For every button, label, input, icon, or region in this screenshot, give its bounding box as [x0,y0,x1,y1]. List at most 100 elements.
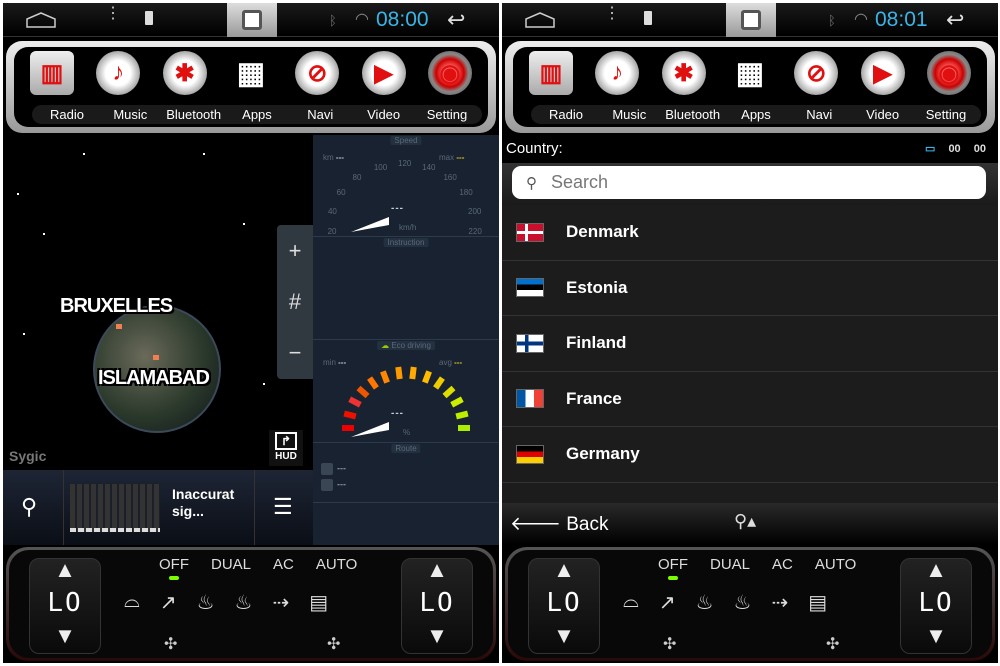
mode-dual-button[interactable]: DUAL [211,556,251,573]
app-radio-button[interactable]: ▥ [523,51,579,95]
search-toggle-icon[interactable]: ⚲▴ [734,511,756,532]
recent-apps-button[interactable] [726,3,776,37]
back-button[interactable]: 🡐 Back [510,512,608,536]
city-marker[interactable] [153,355,159,360]
temp-up-button[interactable]: ▲ [30,559,100,581]
seat-heat-right-icon[interactable]: ♨ [734,590,752,615]
mode-auto-button[interactable]: AUTO [815,556,856,573]
app-label: Video [367,107,401,122]
seat-heat-left-icon[interactable]: ♨ [197,590,215,615]
map-view[interactable]: BRUXELLES ISLAMABAD + # − Sygic ↱ HUD [3,135,313,470]
app-apps-button[interactable]: ▦ [722,51,778,95]
speed-unit: km/h [399,223,417,232]
mode-indicator-led [169,576,179,580]
temp-down-button[interactable]: ▼ [901,625,971,647]
usb-icon [644,11,652,25]
front-defrost-icon[interactable]: ⌓ [623,590,639,615]
mode-dual-button[interactable]: DUAL [710,556,750,573]
eco-gauge-segment [347,396,362,408]
fan-icon[interactable]: ✣ [663,634,676,654]
hud-label: HUD [275,451,297,462]
mode-ac-button[interactable]: AC [273,556,294,573]
compass-icon: ⊘ [794,51,839,95]
radio-icon: ▥ [30,51,74,95]
section-title: ☁ Eco driving [377,341,435,350]
app-video-button[interactable]: ▶ [855,51,911,95]
rear-defrost-icon[interactable]: ▤ [808,590,827,615]
recirculation-icon[interactable]: ⇢ [272,590,289,615]
fan-icon[interactable]: ✣ [826,634,839,654]
airflow-icon[interactable]: ↗ [659,590,676,615]
back-icon[interactable]: ↩ [946,7,964,33]
app-radio-button[interactable]: ▥ [24,51,80,95]
section-title: Speed [390,136,422,145]
wifi-icon: ◠ [854,11,868,28]
speed-tick-label: 80 [352,172,362,182]
eco-gauge-segment [421,369,432,384]
rear-defrost-icon[interactable]: ▤ [309,590,328,615]
temp-down-button[interactable]: ▼ [529,625,599,647]
app-video-button[interactable]: ▶ [356,51,412,95]
temp-down-button[interactable]: ▼ [30,625,100,647]
front-defrost-icon[interactable]: ⌓ [124,590,140,615]
back-icon[interactable]: ↩ [447,7,465,33]
app-bluetooth-button[interactable]: ✱ [157,51,213,95]
app-label: Music [113,107,148,122]
airflow-icon[interactable]: ↗ [160,590,177,615]
list-item[interactable]: Finland [502,316,998,372]
city-marker[interactable] [116,324,122,329]
app-navi-button[interactable]: ⊘ [289,51,345,95]
route-section: Route --- --- [313,443,499,503]
home-icon[interactable] [524,12,556,28]
search-field[interactable]: ⚲ Search [512,166,986,199]
app-setting-button[interactable]: ◉ [921,51,977,95]
temp-down-button[interactable]: ▼ [402,625,472,647]
seat-heat-left-icon[interactable]: ♨ [696,590,714,615]
compass-icon: ⊘ [295,51,340,95]
app-setting-button[interactable]: ◉ [422,51,478,95]
grid-icon[interactable]: # [277,276,313,327]
zoom-out-button[interactable]: − [277,327,313,378]
eco-gauge-segment [356,385,370,398]
menu-icon[interactable]: ☰ [273,494,293,520]
menu-dots-icon[interactable]: ⋮ [604,6,620,22]
temp-up-button[interactable]: ▲ [529,559,599,581]
mode-off-button[interactable]: OFF [159,556,189,573]
climate-panel: ▲ LO ▼ ▲ LO ▼ OFF DUAL AC AUTO ⌓ ↗ ♨ ♨ ⇢ ▤ ✣ ✣ [505,547,995,661]
zoom-controls: + # − [277,225,313,379]
app-music-button[interactable]: ♪ [90,51,146,95]
seat-heat-right-icon[interactable]: ♨ [235,590,253,615]
app-apps-button[interactable]: ▦ [223,51,279,95]
list-item[interactable]: Germany [502,427,998,483]
search-icon[interactable]: ⚲ [21,494,37,520]
app-label: Setting [925,107,967,122]
zoom-in-button[interactable]: + [277,225,313,276]
list-item[interactable]: Estonia [502,261,998,316]
home-icon[interactable] [25,12,57,28]
temp-up-button[interactable]: ▲ [402,559,472,581]
hud-button[interactable]: ↱ HUD [269,430,303,466]
fan-icon[interactable]: ✣ [164,634,177,654]
fan-icon[interactable]: ✣ [327,634,340,654]
mode-auto-button[interactable]: AUTO [316,556,357,573]
country-list[interactable]: Denmark Estonia Finland France Germany [502,205,998,503]
app-music-button[interactable]: ♪ [589,51,645,95]
search-input[interactable] [512,166,986,199]
recirculation-icon[interactable]: ⇢ [771,590,788,615]
eco-gauge-segment [433,376,445,390]
recent-apps-button[interactable] [227,3,277,37]
instruction-section: Instruction [313,237,499,340]
mode-ac-button[interactable]: AC [772,556,793,573]
menu-dots-icon[interactable]: ⋮ [105,6,121,22]
list-item[interactable]: France [502,372,998,427]
app-bluetooth-button[interactable]: ✱ [656,51,712,95]
eco-gauge-segment [458,425,470,431]
list-item[interactable]: Denmark [502,205,998,261]
gps-status-icon: ▭ [924,143,936,155]
app-navi-button[interactable]: ⊘ [788,51,844,95]
temp-up-button[interactable]: ▲ [901,559,971,581]
km-label: km [323,153,334,162]
eco-gauge-segment [409,367,417,380]
gps-signal: Inaccurat sig... [63,470,255,545]
mode-off-button[interactable]: OFF [658,556,688,573]
